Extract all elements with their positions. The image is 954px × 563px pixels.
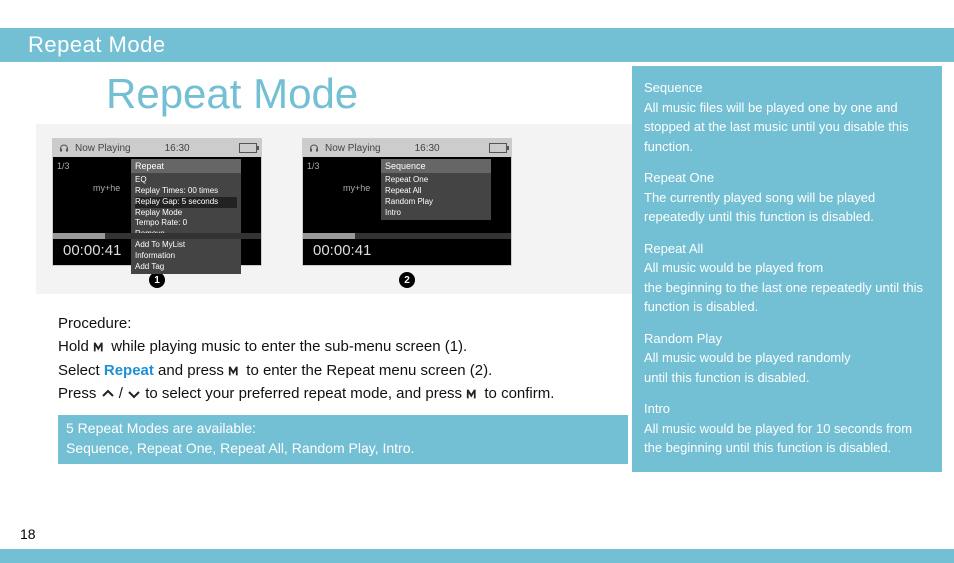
screens-panel: Now Playing 16:30 1/3 my+he Repeat EQ Re… (36, 124, 632, 294)
repeat-highlight: Repeat (104, 362, 154, 379)
page-number: 18 (20, 526, 36, 542)
elapsed-time: 00:00:41 (313, 242, 371, 259)
submenu: Repeat EQ Replay Times: 00 times Replay … (131, 159, 241, 274)
summary-box: 5 Repeat Modes are available: Sequence, … (58, 415, 628, 464)
battery-icon (239, 143, 257, 153)
artist-text: my+he (93, 183, 120, 193)
screenshot-2: Now Playing 16:30 1/3 my+he Sequence Rep… (302, 138, 512, 266)
procedure-line-2: Select Repeat and press to enter the Rep… (58, 359, 628, 382)
m-button-icon (93, 341, 107, 353)
submenu-title: Sequence (381, 159, 491, 173)
mode-title: Sequence (644, 80, 703, 95)
m-button-icon (228, 365, 242, 377)
elapsed-time: 00:00:41 (63, 242, 121, 259)
mode-title: Intro (644, 401, 670, 416)
menu-item: Add Tag (135, 262, 237, 273)
menu-item: Information (135, 251, 237, 262)
mode-title: Repeat All (644, 241, 703, 256)
submenu-title: Repeat (131, 159, 241, 173)
footer-bar (0, 549, 954, 563)
screenshot-1: Now Playing 16:30 1/3 my+he Repeat EQ Re… (52, 138, 262, 266)
mode-title: Random Play (644, 331, 722, 346)
chevron-down-icon (127, 388, 141, 400)
m-button-icon (466, 388, 480, 400)
track-number: 1/3 (307, 161, 320, 171)
procedure-line-3: Press / to select your preferred repeat … (58, 382, 628, 405)
menu-item: Repeat All (385, 186, 487, 197)
procedure: Procedure: Hold while playing music to e… (58, 312, 628, 405)
progress-bar (303, 233, 511, 239)
menu-item: EQ (135, 175, 237, 186)
now-playing-label: Now Playing (75, 143, 131, 154)
page-header: Repeat Mode (0, 28, 954, 62)
mode-desc: All music would be played randomly until… (644, 350, 851, 385)
mode-desc: All music would be played from the begin… (644, 260, 923, 314)
headphones-icon (307, 142, 321, 154)
menu-item: Add To MyList (135, 240, 237, 251)
chevron-up-icon (101, 388, 115, 400)
artist-text: my+he (343, 183, 370, 193)
mode-desc: All music files will be played one by on… (644, 100, 908, 154)
summary-line-2: Sequence, Repeat One, Repeat All, Random… (66, 439, 620, 459)
procedure-line-1: Hold while playing music to enter the su… (58, 335, 628, 358)
step-badge-2: 2 (399, 272, 415, 288)
mode-desc: All music would be played for 10 seconds… (644, 421, 912, 456)
menu-item: Random Play (385, 197, 487, 208)
header-title: Repeat Mode (28, 32, 166, 57)
mode-title: Repeat One (644, 170, 714, 185)
track-number: 1/3 (57, 161, 70, 171)
procedure-title: Procedure: (58, 312, 628, 335)
now-playing-label: Now Playing (325, 143, 381, 154)
menu-item: Repeat One (385, 175, 487, 186)
clock: 16:30 (415, 143, 440, 154)
summary-line-1: 5 Repeat Modes are available: (66, 419, 620, 439)
submenu: Sequence Repeat One Repeat All Random Pl… (381, 159, 491, 220)
battery-icon (489, 143, 507, 153)
menu-item: Tempo Rate: 0 (135, 218, 237, 229)
menu-item: Intro (385, 208, 487, 219)
menu-item: Replay Mode (135, 208, 237, 219)
modes-panel: Sequence All music files will be played o… (632, 66, 942, 472)
progress-bar (53, 233, 261, 239)
menu-item: Replay Gap: 5 seconds (135, 197, 237, 208)
menu-item: Replay Times: 00 times (135, 186, 237, 197)
clock: 16:30 (165, 143, 190, 154)
headphones-icon (57, 142, 71, 154)
mode-desc: The currently played song will be played… (644, 190, 875, 225)
step-badge-1: 1 (149, 272, 165, 288)
main-title: Repeat Mode (106, 70, 632, 118)
